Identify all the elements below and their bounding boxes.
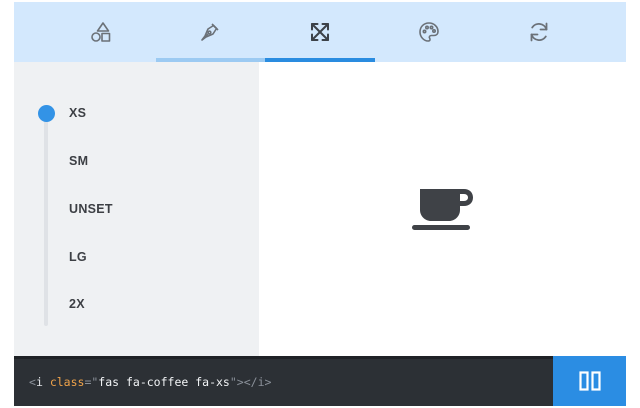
palette-icon [419, 22, 440, 42]
tab-pen-nib[interactable] [155, 2, 265, 62]
tab-bar [14, 2, 626, 62]
tab-palette[interactable] [375, 2, 485, 62]
size-option-sm[interactable]: SM [69, 154, 88, 168]
tab-sync[interactable] [484, 2, 594, 62]
icon-preview [259, 62, 626, 356]
code-eq-quote: =" [84, 375, 99, 389]
coffee-icon [412, 189, 473, 230]
size-slider-handle[interactable] [38, 105, 55, 122]
code-close-tag: </i> [243, 375, 272, 389]
size-sidebar: XS SM UNSET LG 2X [14, 62, 259, 356]
copy-icon [578, 371, 601, 391]
code-close-quote: " [229, 375, 237, 389]
expand-arrows-icon [310, 23, 329, 41]
size-option-xs[interactable]: XS [69, 106, 86, 120]
icon-customizer: XS SM UNSET LG 2X <i class="fas fa-coffe… [14, 2, 626, 406]
code-snippet[interactable]: <i class="fas fa-coffee fa-xs"></i> [14, 356, 553, 406]
copy-button[interactable] [553, 356, 626, 406]
size-option-unset[interactable]: UNSET [69, 202, 113, 216]
tab-shapes[interactable] [46, 2, 156, 62]
tab-size[interactable] [265, 2, 375, 62]
code-gt: > [236, 375, 244, 389]
sync-icon [530, 22, 548, 42]
pen-nib-icon [201, 23, 219, 41]
code-open-bracket: < [29, 375, 36, 389]
shapes-icon [90, 22, 111, 42]
size-slider-track[interactable] [44, 108, 48, 326]
size-option-lg[interactable]: LG [69, 250, 87, 264]
size-option-2x[interactable]: 2X [69, 297, 85, 311]
code-class-value: fas fa-coffee fa-xs [98, 375, 230, 389]
code-tag: i [35, 375, 43, 389]
code-attr: class [49, 375, 85, 389]
